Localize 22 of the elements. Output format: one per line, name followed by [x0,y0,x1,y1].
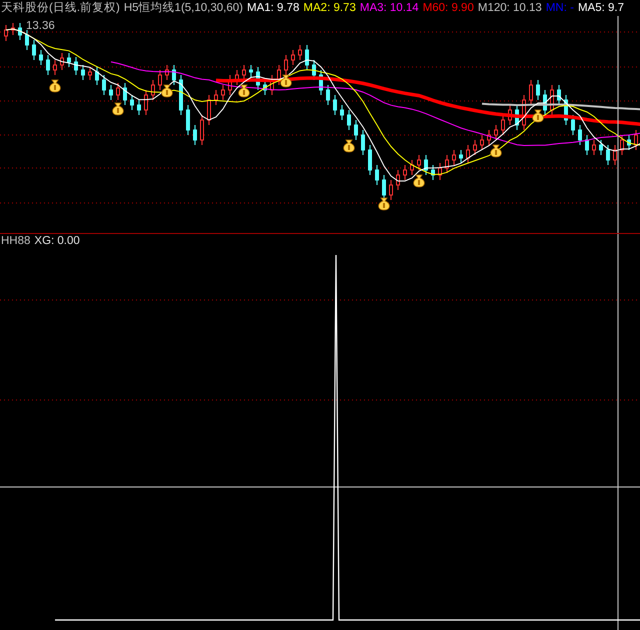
money-bag-icon [413,174,425,188]
money-bag-icon [49,80,61,92]
indicator-readout: XG: 0.00 [34,235,80,247]
price-label: 13.36 [26,20,55,32]
stock-title: 天科股份(日线.前复权) [1,1,120,15]
money-bag-icon [112,102,124,116]
money-bag-icon [378,198,390,210]
money-bag-icon [280,74,292,88]
money-bag-icon [532,110,544,122]
money-bag-icon [490,144,502,158]
legend-item: MA3: 10.14 [360,1,419,15]
legend-item: M120: 10.13 [478,1,542,15]
money-bag-icon [238,84,250,98]
legend-item: MN: - [546,1,574,15]
legend-item: M60: 9.90 [422,1,474,15]
money-bag-icon [161,84,173,98]
indicator-title: H5恒均线1(5,10,30,60) [124,1,243,15]
indicator-title: HH88 [1,235,30,247]
legend-item: MA5: 9.7 [578,1,624,15]
legend-item: MA2: 9.73 [303,1,356,15]
money-bag-icon [343,140,355,152]
legend-item: MA1: 9.78 [246,1,300,15]
